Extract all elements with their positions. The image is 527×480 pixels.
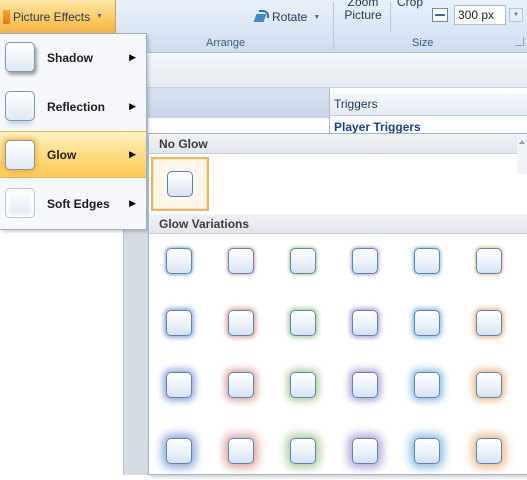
glow-variation-option[interactable]: [461, 298, 519, 356]
glow-variation-option[interactable]: [213, 236, 271, 294]
glow-variation-option[interactable]: [461, 360, 519, 418]
glow-variation-thumbnail: [414, 248, 440, 274]
menu-item-soft-edges[interactable]: Soft Edges ▶: [0, 180, 146, 227]
menu-item-shadow[interactable]: Shadow ▶: [0, 34, 146, 81]
glow-variation-thumbnail: [476, 248, 502, 274]
glow-variation-option[interactable]: [275, 422, 333, 480]
glow-variation-thumbnail: [166, 310, 192, 336]
glow-variation-thumbnail: [352, 310, 378, 336]
player-triggers-label[interactable]: Player Triggers: [334, 120, 421, 134]
menu-item-glow[interactable]: Glow ▶: [0, 131, 146, 178]
glow-variation-thumbnail: [352, 372, 378, 398]
chevron-right-icon: ▶: [129, 101, 136, 111]
menu-item-reflection[interactable]: Reflection ▶: [0, 83, 146, 130]
gallery-scroll-up-button[interactable]: [517, 134, 527, 174]
width-spinner-button[interactable]: ▼: [509, 8, 523, 22]
glow-variation-thumbnail: [352, 248, 378, 274]
glow-variation-option[interactable]: [213, 422, 271, 480]
menu-item-label: Soft Edges: [47, 196, 110, 211]
glow-variation-option[interactable]: [399, 236, 457, 294]
menu-item-label: Reflection: [47, 99, 106, 114]
chevron-down-icon: ▼: [96, 13, 104, 20]
glow-variation-option[interactable]: [461, 422, 519, 480]
no-glow-option[interactable]: [151, 157, 209, 211]
glow-variation-option[interactable]: [461, 236, 519, 294]
panel-header: [148, 88, 329, 118]
no-glow-thumbnail: [167, 171, 193, 197]
crop-button[interactable]: Crop: [397, 0, 423, 9]
ribbon-separator: [390, 2, 391, 32]
glow-variation-option[interactable]: [213, 360, 271, 418]
glow-variation-option[interactable]: [337, 298, 395, 356]
glow-variation-thumbnail: [476, 372, 502, 398]
chevron-right-icon: ▶: [129, 149, 136, 159]
menu-item-label: Glow: [47, 147, 77, 162]
glow-variation-option[interactable]: [213, 298, 271, 356]
glow-variation-option[interactable]: [337, 360, 395, 418]
soft-edges-effect-icon: [5, 188, 35, 218]
no-glow-header: No Glow: [149, 134, 527, 154]
glow-variation-thumbnail: [414, 310, 440, 336]
chevron-down-icon: ▼: [313, 13, 321, 21]
reflection-effect-icon: [5, 91, 35, 121]
picture-effects-menu: Shadow ▶ Reflection ▶ Glow ▶ Soft Edges …: [0, 33, 147, 230]
glow-variation-option[interactable]: [275, 236, 333, 294]
width-icon: [432, 8, 448, 22]
glow-variation-option[interactable]: [337, 236, 395, 294]
glow-variation-thumbnail: [228, 248, 254, 274]
glow-variation-thumbnail: [290, 248, 316, 274]
glow-variation-thumbnail: [352, 438, 378, 464]
picture-effects-button[interactable]: Picture Effects ▼: [0, 0, 116, 34]
glow-variation-thumbnail: [414, 372, 440, 398]
width-field[interactable]: 300 px: [454, 5, 506, 25]
glow-variation-thumbnail: [290, 310, 316, 336]
glow-variations-header: Glow Variations: [149, 214, 527, 234]
glow-variation-option[interactable]: [151, 298, 209, 356]
menu-item-label: Shadow: [47, 50, 94, 65]
triggers-panel-title: Triggers: [330, 94, 527, 116]
glow-variation-thumbnail: [228, 310, 254, 336]
glow-variation-option[interactable]: [151, 236, 209, 294]
shadow-effect-icon: [5, 42, 35, 72]
glow-variation-option[interactable]: [399, 422, 457, 480]
glow-variation-thumbnail: [166, 248, 192, 274]
chevron-right-icon: ▶: [129, 52, 136, 62]
glow-variation-thumbnail: [166, 372, 192, 398]
rotate-icon: [253, 10, 269, 24]
glow-variation-option[interactable]: [337, 422, 395, 480]
picture-effects-icon: [3, 9, 10, 24]
group-label-arrange: Arrange: [206, 37, 246, 49]
chevron-right-icon: ▶: [129, 198, 136, 208]
glow-variation-thumbnail: [476, 310, 502, 336]
glow-variation-option[interactable]: [399, 360, 457, 418]
size-dialog-launcher-icon[interactable]: [515, 37, 524, 46]
glow-gallery: No Glow Glow Variations: [148, 133, 527, 475]
glow-variation-thumbnail: [166, 438, 192, 464]
zoom-picture-button[interactable]: Zoom Picture: [342, 0, 384, 22]
rotate-button[interactable]: Rotate ▼: [253, 10, 320, 24]
glow-effect-icon: [5, 140, 35, 170]
glow-variation-option[interactable]: [275, 298, 333, 356]
zoom-label-line2: Picture: [344, 8, 382, 22]
glow-variation-thumbnail: [228, 438, 254, 464]
glow-variation-thumbnail: [290, 438, 316, 464]
glow-variation-thumbnail: [290, 372, 316, 398]
glow-variation-option[interactable]: [399, 298, 457, 356]
glow-variation-thumbnail: [476, 438, 502, 464]
glow-variation-thumbnail: [414, 438, 440, 464]
glow-variation-option[interactable]: [275, 360, 333, 418]
glow-variation-thumbnail: [228, 372, 254, 398]
glow-variation-option[interactable]: [151, 360, 209, 418]
picture-effects-label: Picture Effects: [13, 9, 91, 24]
rotate-label: Rotate: [272, 10, 308, 24]
glow-variation-option[interactable]: [151, 422, 209, 480]
group-label-size: Size: [412, 37, 434, 49]
ribbon-separator: [333, 2, 334, 50]
